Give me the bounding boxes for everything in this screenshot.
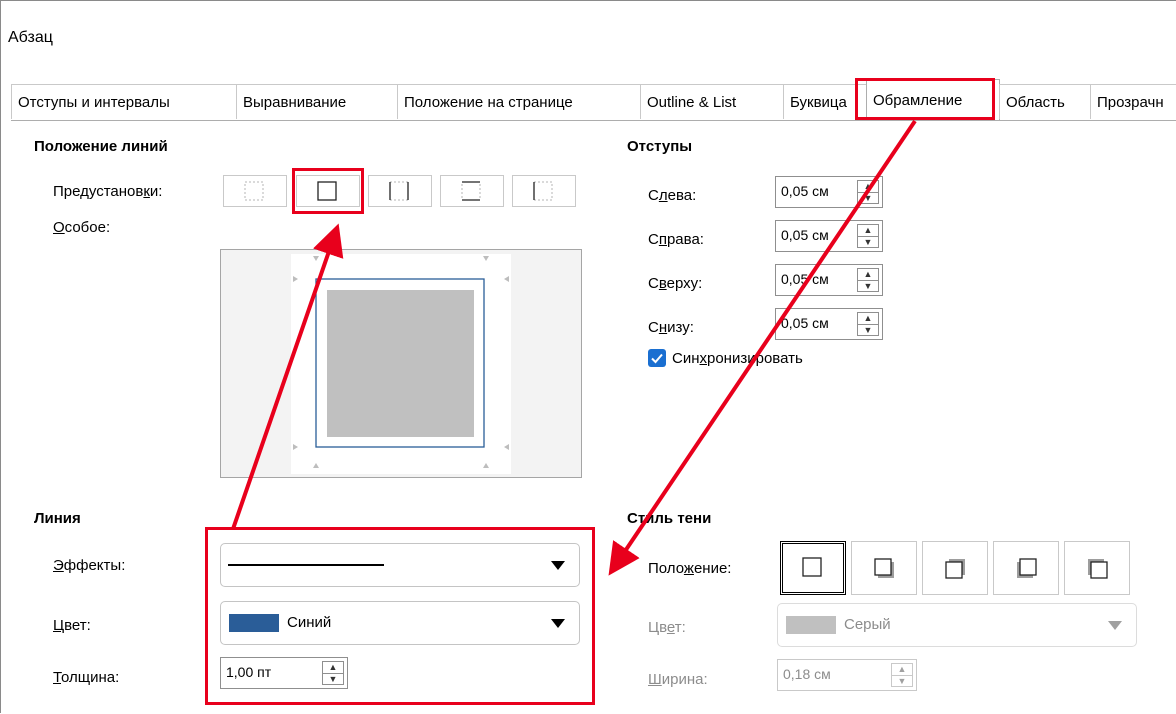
checkmark-icon xyxy=(651,353,663,364)
selected-preset-highlight xyxy=(292,168,364,214)
tab-outline-list[interactable]: Outline & List xyxy=(640,84,784,119)
spin-down-icon[interactable]: ▼ xyxy=(858,237,878,248)
preset-top-bottom-border-button[interactable] xyxy=(440,175,504,207)
padding-top-label: Сверху: xyxy=(648,275,703,292)
sync-label[interactable]: Синхронизировать xyxy=(672,350,803,367)
preset-no-border-button[interactable] xyxy=(223,175,287,207)
padding-right-value: 0,05 см xyxy=(781,227,829,243)
border-preview[interactable] xyxy=(220,249,582,478)
padding-left-field[interactable]: 0,05 см ▲ ▼ xyxy=(775,176,883,208)
line-group-highlight xyxy=(205,527,595,705)
sync-checkbox[interactable] xyxy=(648,349,666,367)
tab-alignment[interactable]: Выравнивание xyxy=(236,84,398,119)
shadow-distance-spinner[interactable]: ▲ ▼ xyxy=(891,663,913,687)
dropdown-arrow-icon xyxy=(1108,621,1122,630)
presets-label: Предустановки: xyxy=(53,183,163,200)
tab-bar: Отступы и интервалы Выравнивание Положен… xyxy=(11,79,1176,121)
shadow-style-title: Стиль тени xyxy=(627,510,712,527)
padding-top-field[interactable]: 0,05 см ▲ ▼ xyxy=(775,264,883,296)
line-width-label: Толщина: xyxy=(53,669,120,686)
left-border-icon xyxy=(533,181,553,201)
shadow-bottom-right-button[interactable] xyxy=(851,541,917,595)
shadow-top-left-button[interactable] xyxy=(1064,541,1130,595)
padding-left-label: Слева: xyxy=(648,187,697,204)
tab-area[interactable]: Область xyxy=(999,84,1091,119)
shadow-top-right-button[interactable] xyxy=(922,541,988,595)
shadow-bottom-left-button[interactable] xyxy=(993,541,1059,595)
line-effects-label: Эффекты: xyxy=(53,557,126,574)
shadow-bottom-left-icon xyxy=(1017,558,1037,578)
spin-down-icon[interactable]: ▼ xyxy=(858,281,878,292)
tab-text-flow[interactable]: Положение на странице xyxy=(397,84,641,119)
shadow-position-label: Положение: xyxy=(648,560,732,577)
spin-down-icon[interactable]: ▼ xyxy=(858,193,878,204)
shadow-none-button[interactable] xyxy=(780,541,846,595)
padding-left-value: 0,05 см xyxy=(781,183,829,199)
padding-right-spinner[interactable]: ▲ ▼ xyxy=(857,224,879,248)
dialog-title: Абзац xyxy=(8,29,53,46)
spin-up-icon[interactable]: ▲ xyxy=(858,313,878,325)
spin-up-icon[interactable]: ▲ xyxy=(858,181,878,193)
padding-bottom-label: Снизу: xyxy=(648,319,694,336)
padding-right-label: Справа: xyxy=(648,231,704,248)
line-title: Линия xyxy=(34,510,81,527)
padding-bottom-value: 0,05 см xyxy=(781,315,829,331)
spin-up-icon[interactable]: ▲ xyxy=(892,664,912,676)
preset-left-right-border-button[interactable] xyxy=(368,175,432,207)
padding-top-spinner[interactable]: ▲ ▼ xyxy=(857,268,879,292)
paragraph-dialog: Абзац Отступы и интервалы Выравнивание П… xyxy=(0,0,1176,713)
shadow-distance-field[interactable]: 0,18 см ▲ ▼ xyxy=(777,659,917,691)
shadow-distance-label: Ширина: xyxy=(648,671,708,688)
shadow-color-label: Цвет: xyxy=(648,619,686,636)
padding-right-field[interactable]: 0,05 см ▲ ▼ xyxy=(775,220,883,252)
spin-up-icon[interactable]: ▲ xyxy=(858,269,878,281)
padding-bottom-field[interactable]: 0,05 см ▲ ▼ xyxy=(775,308,883,340)
border-preview-canvas xyxy=(291,254,511,474)
padding-title: Отступы xyxy=(627,138,693,155)
custom-label: Особое: xyxy=(53,219,111,236)
shadow-color-dropdown[interactable]: Серый xyxy=(777,603,1137,647)
shadow-distance-value: 0,18 см xyxy=(783,666,831,682)
padding-top-value: 0,05 см xyxy=(781,271,829,287)
spin-down-icon[interactable]: ▼ xyxy=(858,325,878,336)
tab-transparency[interactable]: Прозрачн xyxy=(1090,84,1176,119)
tab-indents-spacing[interactable]: Отступы и интервалы xyxy=(11,84,237,119)
no-shadow-icon xyxy=(802,557,822,577)
top-bottom-border-icon xyxy=(461,181,481,201)
padding-left-spinner[interactable]: ▲ ▼ xyxy=(857,180,879,204)
borders-tab-highlight xyxy=(855,78,995,120)
line-color-label: Цвет: xyxy=(53,617,91,634)
line-arrangement-title: Положение линий xyxy=(34,138,168,155)
left-right-border-icon xyxy=(389,181,409,201)
spin-down-icon[interactable]: ▼ xyxy=(892,676,912,687)
color-swatch xyxy=(786,616,836,634)
spin-up-icon[interactable]: ▲ xyxy=(858,225,878,237)
shadow-top-left-icon xyxy=(1088,559,1108,579)
preset-left-border-button[interactable] xyxy=(512,175,576,207)
padding-bottom-spinner[interactable]: ▲ ▼ xyxy=(857,312,879,336)
shadow-top-right-icon xyxy=(945,559,965,579)
no-border-icon xyxy=(244,181,264,201)
shadow-color-value: Серый xyxy=(844,616,891,633)
shadow-bottom-right-icon xyxy=(874,558,894,578)
